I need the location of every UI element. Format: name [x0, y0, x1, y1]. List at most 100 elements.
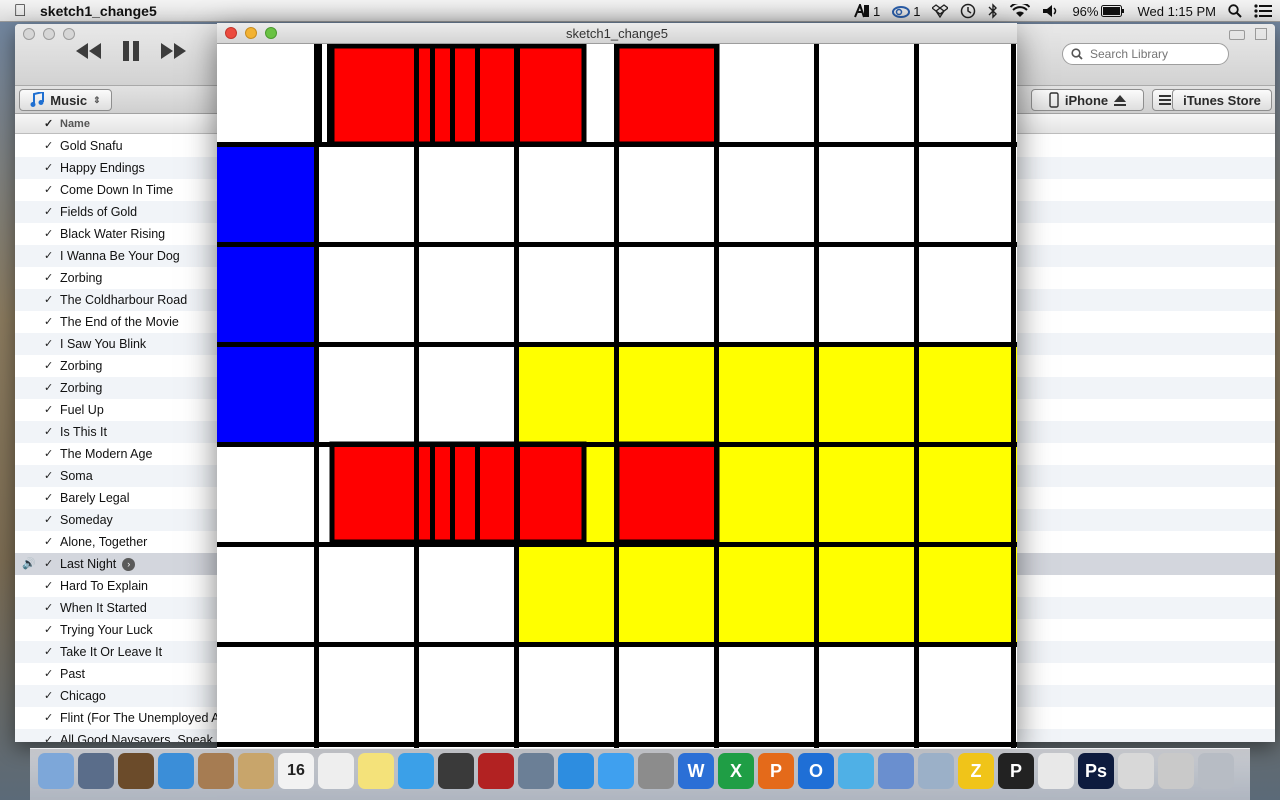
song-checkbox[interactable]: ✓ — [44, 315, 53, 328]
search-field[interactable] — [1062, 43, 1229, 65]
sketch-title-bar[interactable]: sketch1_change5 — [217, 23, 1017, 44]
sketch-canvas[interactable] — [217, 44, 1017, 748]
song-checkbox[interactable]: ✓ — [44, 183, 53, 196]
song-checkbox[interactable]: ✓ — [44, 337, 53, 350]
notes-icon[interactable] — [358, 753, 394, 789]
messenger-icon[interactable] — [838, 753, 874, 789]
powerpoint-icon[interactable]: P — [758, 753, 794, 789]
name-column-header[interactable]: Name — [60, 118, 90, 130]
song-checkbox[interactable]: ✓ — [44, 601, 53, 614]
search-input[interactable] — [1090, 47, 1220, 61]
battery-percent: 96% — [1072, 3, 1099, 19]
documents-icon[interactable] — [1158, 753, 1194, 789]
song-checkbox[interactable]: ✓ — [44, 139, 53, 152]
song-checkbox[interactable]: ✓ — [44, 469, 53, 482]
excel-icon[interactable]: X — [718, 753, 754, 789]
menu-bar:  sketch1_change5 1 1 96% Wed 1:15 PM — [0, 0, 1280, 22]
itunes-icon[interactable] — [558, 753, 594, 789]
song-checkbox[interactable]: ✓ — [44, 557, 53, 570]
launchpad-icon[interactable] — [78, 753, 114, 789]
song-checkbox[interactable]: ✓ — [44, 403, 53, 416]
facetime-icon[interactable] — [438, 753, 474, 789]
song-arrow-icon[interactable]: › — [122, 558, 136, 571]
rewind-icon[interactable] — [75, 42, 103, 64]
word-icon[interactable]: W — [678, 753, 714, 789]
song-checkbox[interactable]: ✓ — [44, 359, 53, 372]
bluetooth-icon[interactable] — [988, 3, 998, 19]
sketch-minimize-button[interactable] — [245, 27, 257, 39]
song-checkbox[interactable]: ✓ — [44, 227, 53, 240]
song-checkbox[interactable]: ✓ — [44, 425, 53, 438]
song-checkbox[interactable]: ✓ — [44, 645, 53, 658]
trash-icon[interactable] — [1198, 753, 1234, 789]
volume-icon[interactable] — [1042, 4, 1060, 18]
checkbox-column-header[interactable]: ✓ — [44, 117, 53, 130]
zotero-icon[interactable]: Z — [958, 753, 994, 789]
song-checkbox[interactable]: ✓ — [44, 447, 53, 460]
spotlight-icon[interactable] — [1228, 4, 1242, 18]
miniplayer-button[interactable] — [1229, 30, 1245, 40]
itunes-store-button[interactable]: iTunes Store — [1172, 89, 1272, 111]
photoshop-icon[interactable]: Ps — [1078, 753, 1114, 789]
sketch-zoom-button[interactable] — [265, 27, 277, 39]
iphone-device-button[interactable]: iPhone — [1031, 89, 1144, 111]
dock: 16 W X P O Z P Ps — [30, 748, 1250, 800]
adobe-status-item[interactable]: 1 — [854, 4, 880, 19]
battery-icon — [1101, 5, 1125, 17]
mail-stamp-icon[interactable] — [198, 753, 234, 789]
song-checkbox[interactable]: ✓ — [44, 689, 53, 702]
notification-center-icon[interactable] — [1254, 4, 1272, 18]
minimize-button[interactable] — [43, 28, 55, 40]
apple-menu-icon[interactable]:  — [0, 1, 40, 21]
outlook-icon[interactable]: O — [798, 753, 834, 789]
iphoto-icon[interactable] — [518, 753, 554, 789]
wifi-icon[interactable] — [1010, 4, 1031, 18]
app-store-icon[interactable] — [598, 753, 634, 789]
creative-cloud-status-item[interactable]: 1 — [892, 4, 920, 19]
calendar-icon[interactable]: 16 — [278, 753, 314, 789]
migration-icon[interactable] — [878, 753, 914, 789]
source-selector[interactable]: Music ⇕ — [19, 89, 112, 111]
song-checkbox[interactable]: ✓ — [44, 513, 53, 526]
song-checkbox[interactable]: ✓ — [44, 271, 53, 284]
processing-icon[interactable]: P — [998, 753, 1034, 789]
song-checkbox[interactable]: ✓ — [44, 491, 53, 504]
pause-icon[interactable] — [121, 40, 141, 66]
song-checkbox[interactable]: ✓ — [44, 161, 53, 174]
reminders-icon[interactable] — [318, 753, 354, 789]
battery-status-item[interactable]: 96% — [1072, 4, 1125, 19]
song-checkbox[interactable]: ✓ — [44, 535, 53, 548]
close-button[interactable] — [23, 28, 35, 40]
messages-icon[interactable] — [398, 753, 434, 789]
song-checkbox[interactable]: ✓ — [44, 667, 53, 680]
song-checkbox[interactable]: ✓ — [44, 733, 53, 742]
song-checkbox[interactable]: ✓ — [44, 381, 53, 394]
song-checkbox[interactable]: ✓ — [44, 293, 53, 306]
fullscreen-button[interactable] — [1255, 28, 1267, 40]
dropbox-icon[interactable] — [932, 4, 949, 18]
time-machine-icon[interactable] — [960, 3, 976, 19]
song-checkbox[interactable]: ✓ — [44, 579, 53, 592]
contacts-icon[interactable] — [238, 753, 274, 789]
red-stripe — [430, 444, 435, 542]
preview-icon[interactable] — [118, 753, 154, 789]
zoom-button[interactable] — [63, 28, 75, 40]
java-icon[interactable] — [1118, 753, 1154, 789]
safari-icon[interactable] — [158, 753, 194, 789]
system-preferences-icon[interactable] — [638, 753, 674, 789]
song-title: Zorbing — [60, 381, 103, 395]
preview2-icon[interactable] — [918, 753, 954, 789]
finder-icon[interactable] — [38, 753, 74, 789]
song-checkbox[interactable]: ✓ — [44, 711, 53, 724]
song-checkbox[interactable]: ✓ — [44, 623, 53, 636]
app-menu-title[interactable]: sketch1_change5 — [40, 3, 157, 19]
eject-icon[interactable] — [1114, 94, 1127, 106]
github-icon[interactable] — [1038, 753, 1074, 789]
fast-forward-icon[interactable] — [159, 42, 187, 64]
sketch-close-button[interactable] — [225, 27, 237, 39]
clock[interactable]: Wed 1:15 PM — [1137, 4, 1216, 19]
song-checkbox[interactable]: ✓ — [44, 249, 53, 262]
photo-booth-icon[interactable] — [478, 753, 514, 789]
song-checkbox[interactable]: ✓ — [44, 205, 53, 218]
search-icon — [1071, 48, 1083, 60]
